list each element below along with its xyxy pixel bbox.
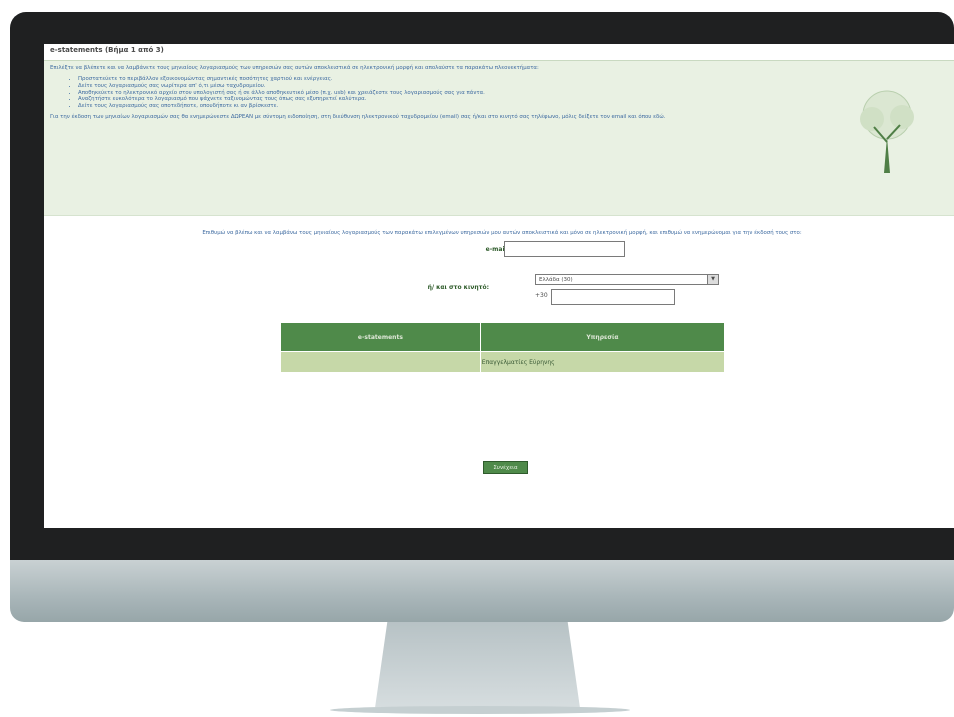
monitor-chin: [10, 560, 954, 622]
table-header-row: e-statements Υπηρεσία: [280, 322, 726, 352]
benefits-list: Προστατεύετε το περιβάλλον εξοικονομώντα…: [78, 76, 954, 110]
help-text: Επιθυμώ να βλέπω και να λαμβάνω τους μην…: [202, 230, 802, 236]
notification-paragraph: Για την έκδοση των μηνιαίων λογαριασμών …: [50, 113, 666, 120]
col-header-estatements: e-statements: [280, 322, 481, 352]
table-row[interactable]: Επαγγελματίες Εύρηνης: [280, 351, 726, 373]
checkbox-cell[interactable]: [280, 351, 481, 373]
intro-paragraph: Επιλέξτε να βλέπετε και να λαμβάνετε του…: [50, 65, 539, 71]
col-header-service: Υπηρεσία: [479, 322, 726, 352]
continue-button[interactable]: Συνέχεια: [483, 461, 528, 474]
page-title: e-statements (Βήμα 1 από 3): [44, 44, 954, 61]
mobile-field[interactable]: [551, 289, 675, 305]
country-select[interactable]: Ελλάδα (30) ▼: [535, 274, 719, 285]
benefit-item: Προστατεύετε το περιβάλλον εξοικονομώντα…: [78, 76, 954, 83]
form-area: Επιθυμώ να βλέπω και να λαμβάνω τους μην…: [44, 216, 954, 237]
country-select-value: Ελλάδα (30): [539, 277, 573, 283]
email-field[interactable]: [504, 241, 625, 257]
benefit-item: Δείτε τους λογαριασμούς σας οποτεδήποτε,…: [78, 103, 954, 110]
benefit-item: Δείτε τους λογαριασμούς σας νωρίτερα απ'…: [78, 83, 954, 90]
intro-panel: Επιλέξτε να βλέπετε και να λαμβάνετε του…: [44, 61, 954, 216]
monitor-stand: [375, 622, 580, 708]
email-label: e-mail:: [485, 246, 509, 253]
screen: e-statements (Βήμα 1 από 3) Επιλέξτε να …: [44, 44, 954, 528]
tree-icon: [860, 90, 914, 173]
services-table: e-statements Υπηρεσία Επαγγελματίες Εύρη…: [280, 322, 726, 373]
phone-prefix: +30: [535, 292, 548, 299]
monitor-base: [330, 706, 630, 714]
service-name-cell: Επαγγελματίες Εύρηνης: [479, 351, 726, 373]
monitor: e-statements (Βήμα 1 από 3) Επιλέξτε να …: [0, 0, 954, 717]
mobile-label: ή/ και στο κινητό:: [427, 284, 489, 291]
chevron-down-icon[interactable]: ▼: [707, 275, 718, 284]
